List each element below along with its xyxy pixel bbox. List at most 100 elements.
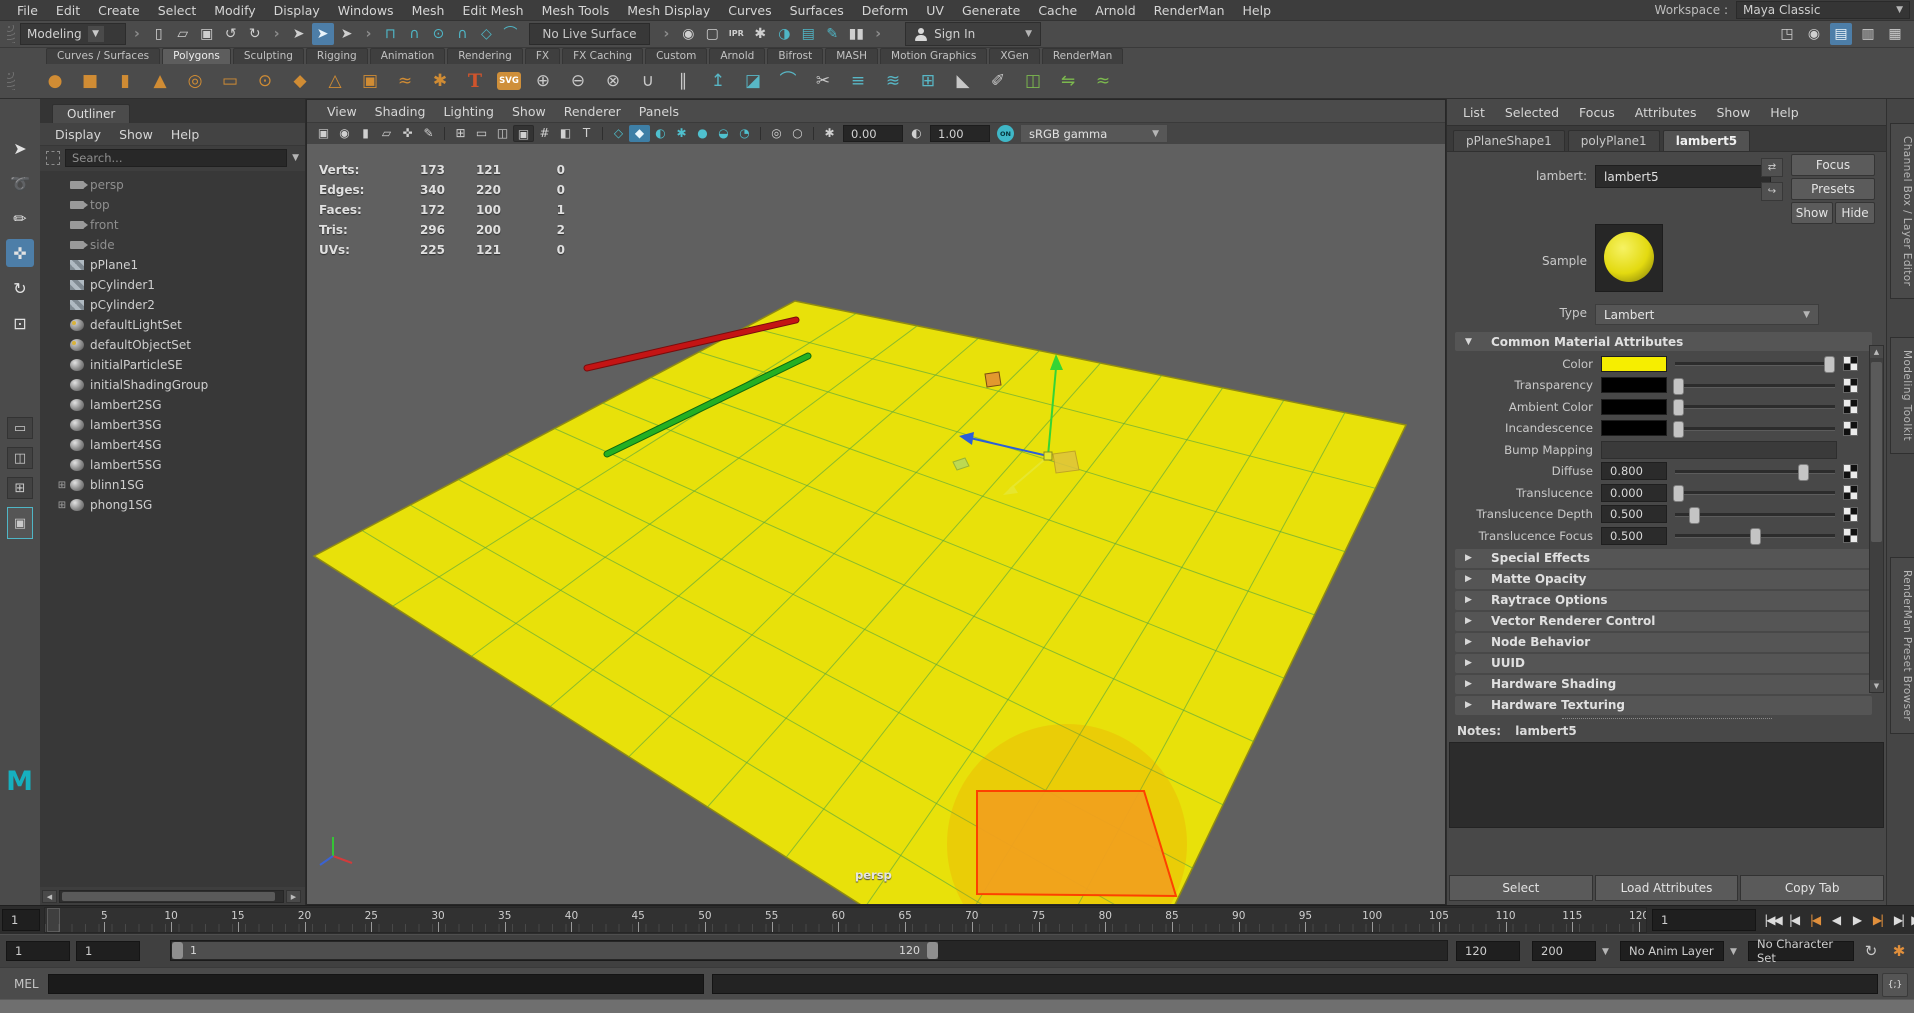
outliner-item-pcylinder2[interactable]: pCylinder2 (40, 295, 305, 315)
shelf-tab-animation[interactable]: Animation (369, 48, 446, 64)
outliner-horizontal-scrollbar[interactable]: ◀ ▶ (42, 890, 301, 903)
timeline-ticks[interactable]: 5 10 15 20 25 30 35 40 45 50 55 60 65 70 75 80 85 90 95 100… (44, 907, 1647, 933)
shelf-tab-motion-graphics[interactable]: Motion Graphics (880, 48, 988, 64)
material-sample-swatch[interactable] (1595, 224, 1663, 292)
poly-cone-icon[interactable]: ▲ (147, 68, 173, 94)
load-attributes-button[interactable]: Load Attributes (1594, 875, 1739, 901)
go-to-start-button[interactable]: |◀◀ (1764, 909, 1783, 930)
render-current-frame-icon[interactable]: ▢ (701, 23, 723, 45)
grease-pencil-icon[interactable]: ✎ (418, 125, 439, 142)
poly-cylinder-icon[interactable]: ▮ (112, 68, 138, 94)
chevron-down-icon[interactable]: ▼ (1730, 947, 1737, 957)
outliner-menu-show[interactable]: Show (112, 126, 160, 143)
safe-title-icon[interactable]: T (576, 125, 597, 142)
bridge-icon[interactable]: ⌒ (775, 68, 801, 94)
menu-deform[interactable]: Deform (853, 1, 917, 20)
presets-button[interactable]: Presets (1791, 178, 1875, 200)
paint-effects-icon[interactable]: ✎ (821, 23, 843, 45)
layout-single-pane[interactable]: ▭ (7, 417, 33, 439)
section-vector-renderer-control[interactable]: ▶ Vector Renderer Control (1455, 611, 1872, 631)
create-texture-button[interactable] (1843, 399, 1858, 415)
snap-to-curves-icon[interactable]: ∩ (403, 23, 425, 45)
create-texture-button[interactable] (1843, 463, 1858, 479)
toon-shader-icon[interactable]: ◑ (773, 23, 795, 45)
command-result-field[interactable] (712, 974, 1878, 994)
section-hardware-texturing[interactable]: ▶ Hardware Texturing (1455, 695, 1872, 715)
shelf-tab-rendering[interactable]: Rendering (447, 48, 523, 64)
shelf-tab-xgen[interactable]: XGen (989, 48, 1040, 64)
time-slider[interactable]: 1 5 10 15 20 25 30 35 40 45 50 55 60 65 70 75 80 85 90 95 1… (0, 905, 1914, 934)
layout-four-pane[interactable]: ⊞ (7, 477, 33, 499)
attribute-slider[interactable] (1673, 377, 1835, 395)
attribute-slider[interactable] (1673, 398, 1835, 417)
shelf-tab-renderman[interactable]: RenderMan (1041, 48, 1124, 64)
scrollbar-thumb[interactable] (1871, 362, 1882, 542)
value-field[interactable]: 0.500 (1601, 505, 1667, 524)
textured-mode-icon[interactable]: ◐ (650, 125, 671, 142)
film-gate-icon[interactable]: ▭ (471, 125, 492, 142)
contrast-field[interactable]: 1.00 (930, 125, 990, 142)
combine-icon[interactable]: ∪ (635, 68, 661, 94)
select-by-hierarchy-icon[interactable]: ➤ (288, 23, 310, 45)
shelf-tab-curves-surfaces[interactable]: Curves / Surfaces (46, 48, 161, 64)
insert-edge-loop-icon[interactable]: ≡ (845, 68, 871, 94)
poly-sphere-icon[interactable]: ● (42, 68, 68, 94)
shelf-tab-fx-caching[interactable]: FX Caching (562, 48, 644, 64)
outliner-item-defaultobjectset[interactable]: defaultObjectSet (40, 335, 305, 355)
attribute-slider[interactable] (1675, 355, 1835, 374)
slider-handle[interactable] (1823, 356, 1835, 374)
viewport-menu-renderer[interactable]: Renderer (556, 103, 629, 120)
view-transform-dropdown[interactable]: sRGB gamma ▼ (1020, 124, 1168, 143)
focus-button[interactable]: Focus (1791, 154, 1875, 176)
color-swatch[interactable] (1601, 355, 1667, 372)
ae-menu-list[interactable]: List (1455, 104, 1493, 121)
section-hardware-shading[interactable]: ▶ Hardware Shading (1455, 674, 1872, 694)
gate-mask-icon[interactable]: ▣ (513, 125, 534, 142)
create-texture-button[interactable] (1843, 506, 1858, 522)
exposure-field[interactable]: 0.00 (843, 125, 903, 142)
outliner-item-phong1sg[interactable]: ⊞ phong1SG (40, 495, 305, 515)
sidebar-tab-renderman-preset-browser[interactable]: RenderMan Preset Browser (1890, 557, 1914, 735)
xray-icon[interactable]: ○ (787, 125, 808, 142)
menu-create[interactable]: Create (89, 1, 149, 20)
isolate-select-icon[interactable]: ◎ (766, 125, 787, 142)
safe-action-icon[interactable]: ◧ (555, 125, 576, 142)
poly-helix-icon[interactable]: ≈ (392, 68, 418, 94)
anim-layer-field[interactable]: No Anim Layer (1620, 941, 1724, 961)
step-forward-frame-button[interactable]: ▶| (1890, 909, 1907, 930)
section-uuid[interactable]: ▶ UUID (1455, 653, 1872, 673)
exposure-icon[interactable]: ✱ (819, 125, 840, 142)
menu-surfaces[interactable]: Surfaces (781, 1, 853, 20)
snap-to-view-planes-icon[interactable]: ◇ (475, 23, 497, 45)
slider-handle[interactable] (1673, 399, 1685, 417)
pause-viewport-icon[interactable]: ▮▮ (845, 23, 867, 45)
render-settings-icon[interactable]: ✱ (749, 23, 771, 45)
menu-mesh-tools[interactable]: Mesh Tools (533, 1, 619, 20)
character-set-field[interactable]: No Character Set (1748, 937, 1854, 965)
color-swatch[interactable] (1601, 420, 1667, 437)
poly-pyramid-icon[interactable]: △ (322, 68, 348, 94)
grid-toggle-icon[interactable]: ⊞ (450, 125, 471, 142)
section-special-effects[interactable]: ▶ Special Effects (1455, 548, 1872, 568)
new-scene-icon[interactable]: ▯ (148, 23, 170, 45)
menu-windows[interactable]: Windows (329, 1, 403, 20)
create-texture-button[interactable] (1843, 356, 1858, 372)
undo-icon[interactable]: ↺ (220, 23, 242, 45)
attribute-slider[interactable] (1675, 506, 1835, 524)
shelf-tab-polygons[interactable]: Polygons (162, 48, 231, 64)
smooth-icon[interactable]: ≈ (1090, 68, 1116, 94)
expand-icon[interactable]: ⊞ (54, 500, 70, 511)
sidebar-tab-channel-box-layer-editor[interactable]: Channel Box / Layer Editor (1890, 123, 1914, 300)
scrollbar-track[interactable] (59, 890, 284, 903)
menu-display[interactable]: Display (265, 1, 329, 20)
poly-pipe-icon[interactable]: ▣ (357, 68, 383, 94)
animation-end-field[interactable]: 200 (1532, 941, 1596, 961)
outliner-item-initialshadinggroup[interactable]: initialShadingGroup (40, 375, 305, 395)
slider-handle[interactable] (1673, 377, 1685, 395)
range-slider-block[interactable]: 1 120 (172, 942, 938, 959)
outliner-item-lambert3sg[interactable]: lambert3SG (40, 415, 305, 435)
slider-handle[interactable] (1750, 528, 1761, 546)
create-texture-button[interactable] (1843, 377, 1858, 393)
pan-zoom-2d-icon[interactable]: ✜ (397, 125, 418, 142)
sidebar-tab-modeling-toolkit[interactable]: Modeling Toolkit (1890, 337, 1914, 455)
